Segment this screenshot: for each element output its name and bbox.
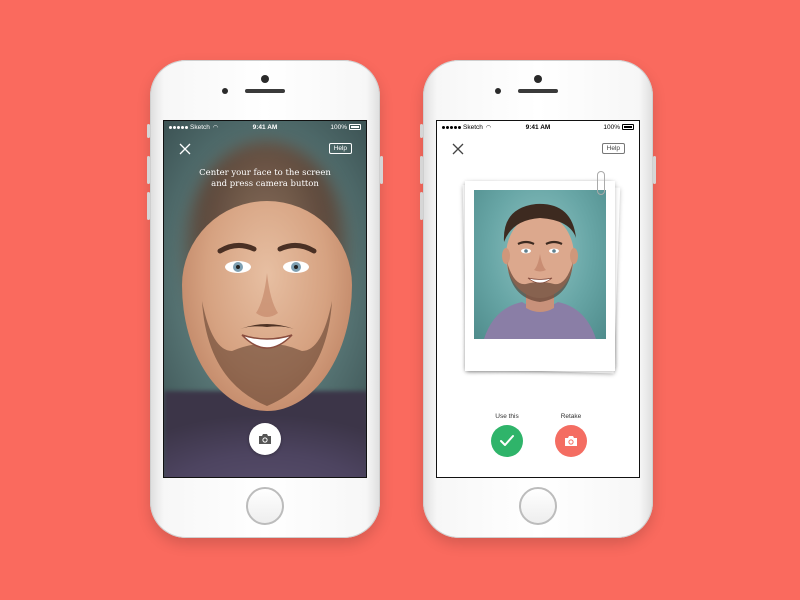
retake-action: Retake [541,413,601,457]
power-button [380,156,383,184]
phone-camera: Sketch ◠ 9:41 AM 100% Help Center your f… [147,60,383,538]
front-camera [261,75,269,83]
wifi-icon: ◠ [485,124,492,131]
shutter-button[interactable] [249,423,281,455]
volume-down-button [420,192,423,220]
use-this-label: Use this [495,413,519,420]
polaroid-front [465,181,615,371]
phone-review: Sketch ◠ 9:41 AM 100% Help Use this Reta… [420,60,656,538]
volume-down-button [147,192,150,220]
proximity-sensor [222,88,228,94]
camera-screen: Sketch ◠ 9:41 AM 100% Help Center your f… [163,120,367,478]
camera-icon [259,434,271,444]
battery-percent: 100% [330,123,347,131]
status-bar: Sketch ◠ 9:41 AM 100% [437,121,639,133]
carrier-name: Sketch [463,123,483,131]
use-this-button[interactable] [491,425,523,457]
volume-up-button [420,156,423,184]
help-button[interactable]: Help [601,143,625,154]
earpiece-speaker [245,89,285,93]
front-camera [534,75,542,83]
battery-percent: 100% [603,123,620,131]
close-icon[interactable] [451,142,465,156]
signal-icon [442,125,461,129]
wifi-icon: ◠ [212,124,219,131]
battery-icon [622,124,634,130]
checkmark-icon [500,435,514,446]
status-bar: Sketch ◠ 9:41 AM 100% [164,121,366,133]
earpiece-speaker [518,89,558,93]
power-button [653,156,656,184]
instruction-line-1: Center your face to the screen [199,168,331,178]
home-button [246,487,284,525]
home-button [519,487,557,525]
close-icon[interactable] [178,142,192,156]
use-this-action: Use this [477,413,537,457]
battery-icon [349,124,361,130]
face-image [202,243,332,406]
retake-button[interactable] [555,425,587,457]
signal-icon [169,125,188,129]
carrier-name: Sketch [190,123,210,131]
retake-label: Retake [560,413,582,420]
help-button[interactable]: Help [328,143,352,154]
mute-switch [420,124,423,138]
paper-clip-icon [597,171,605,195]
captured-photo [474,190,606,339]
instruction-line-2: and press camera button [211,179,319,189]
proximity-sensor [495,88,501,94]
instruction-text: Center your face to the screen and press… [164,168,366,190]
volume-up-button [147,156,150,184]
face-image [484,203,596,339]
review-screen: Sketch ◠ 9:41 AM 100% Help Use this Reta… [436,120,640,478]
photo-stack [462,171,621,377]
mute-switch [147,124,150,138]
camera-icon [565,436,577,446]
face-mask-window [182,201,352,411]
